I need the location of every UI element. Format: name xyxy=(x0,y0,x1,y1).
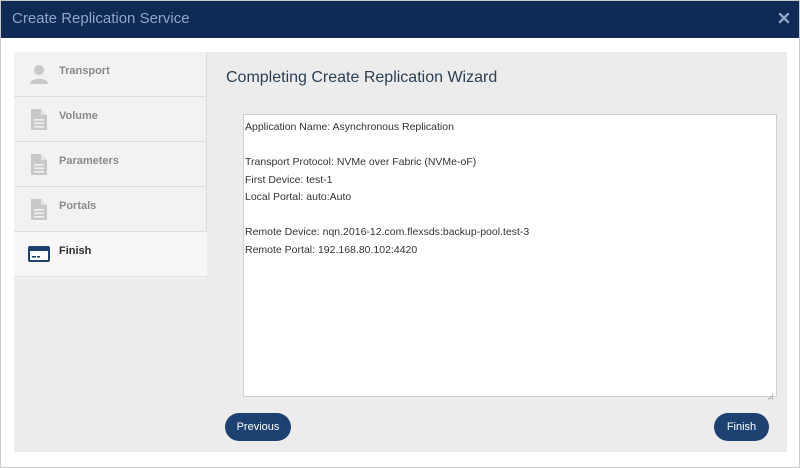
page-title: Completing Create Replication Wizard xyxy=(226,69,498,86)
summary-line-blank xyxy=(245,137,772,155)
sidebar-item-transport[interactable]: Transport xyxy=(14,52,207,97)
summary-line-remote-portal: Remote Portal: 192.168.80.102:4420 xyxy=(245,243,418,256)
credit-card-icon xyxy=(27,242,51,266)
summary-line-blank xyxy=(245,207,772,225)
sidebar-item-label: Finish xyxy=(59,245,92,257)
wizard-steps-sidebar: Transport Volume Parameters Portals Fini… xyxy=(14,52,207,279)
create-replication-dialog: Create Replication Service Transport Vol… xyxy=(0,0,800,468)
resize-grip-icon[interactable] xyxy=(767,387,774,400)
dialog-title: Create Replication Service xyxy=(12,10,190,27)
sidebar-item-parameters[interactable]: Parameters xyxy=(14,142,207,187)
sidebar-item-finish[interactable]: Finish xyxy=(14,232,207,277)
sidebar-item-label: Transport xyxy=(59,65,110,77)
sidebar-item-label: Parameters xyxy=(59,155,119,167)
finish-button[interactable]: Finish xyxy=(714,413,769,441)
previous-button[interactable]: Previous xyxy=(225,413,291,441)
wizard-frame: Transport Volume Parameters Portals Fini… xyxy=(14,52,787,452)
sidebar-item-label: Portals xyxy=(59,200,97,212)
summary-line-application-name: Application Name: Asynchronous Replicati… xyxy=(245,121,454,133)
sidebar-item-label: Volume xyxy=(59,110,98,122)
summary-line-remote-device: Remote Device: nqn.2016-12.com.flexsds:b… xyxy=(245,226,530,238)
close-icon[interactable] xyxy=(777,11,791,25)
document-icon xyxy=(27,107,51,131)
summary-textarea[interactable]: Application Name: Asynchronous Replicati… xyxy=(243,114,777,400)
sidebar-item-volume[interactable]: Volume xyxy=(14,97,207,142)
summary-line-local-portal: Local Portal: auto:Auto xyxy=(245,191,352,203)
summary-line-transport-protocol: Transport Protocol: NVMe over Fabric (NV… xyxy=(245,156,477,168)
dialog-titlebar: Create Replication Service xyxy=(1,1,799,38)
sidebar-item-portals[interactable]: Portals xyxy=(14,187,207,232)
document-icon xyxy=(27,197,51,221)
wizard-content: Completing Create Replication Wizard App… xyxy=(208,52,787,452)
document-icon xyxy=(27,152,51,176)
summary-lines: Application Name: Asynchronous Replicati… xyxy=(245,119,772,259)
user-icon xyxy=(27,62,51,86)
summary-line-first-device: First Device: test-1 xyxy=(245,173,333,186)
